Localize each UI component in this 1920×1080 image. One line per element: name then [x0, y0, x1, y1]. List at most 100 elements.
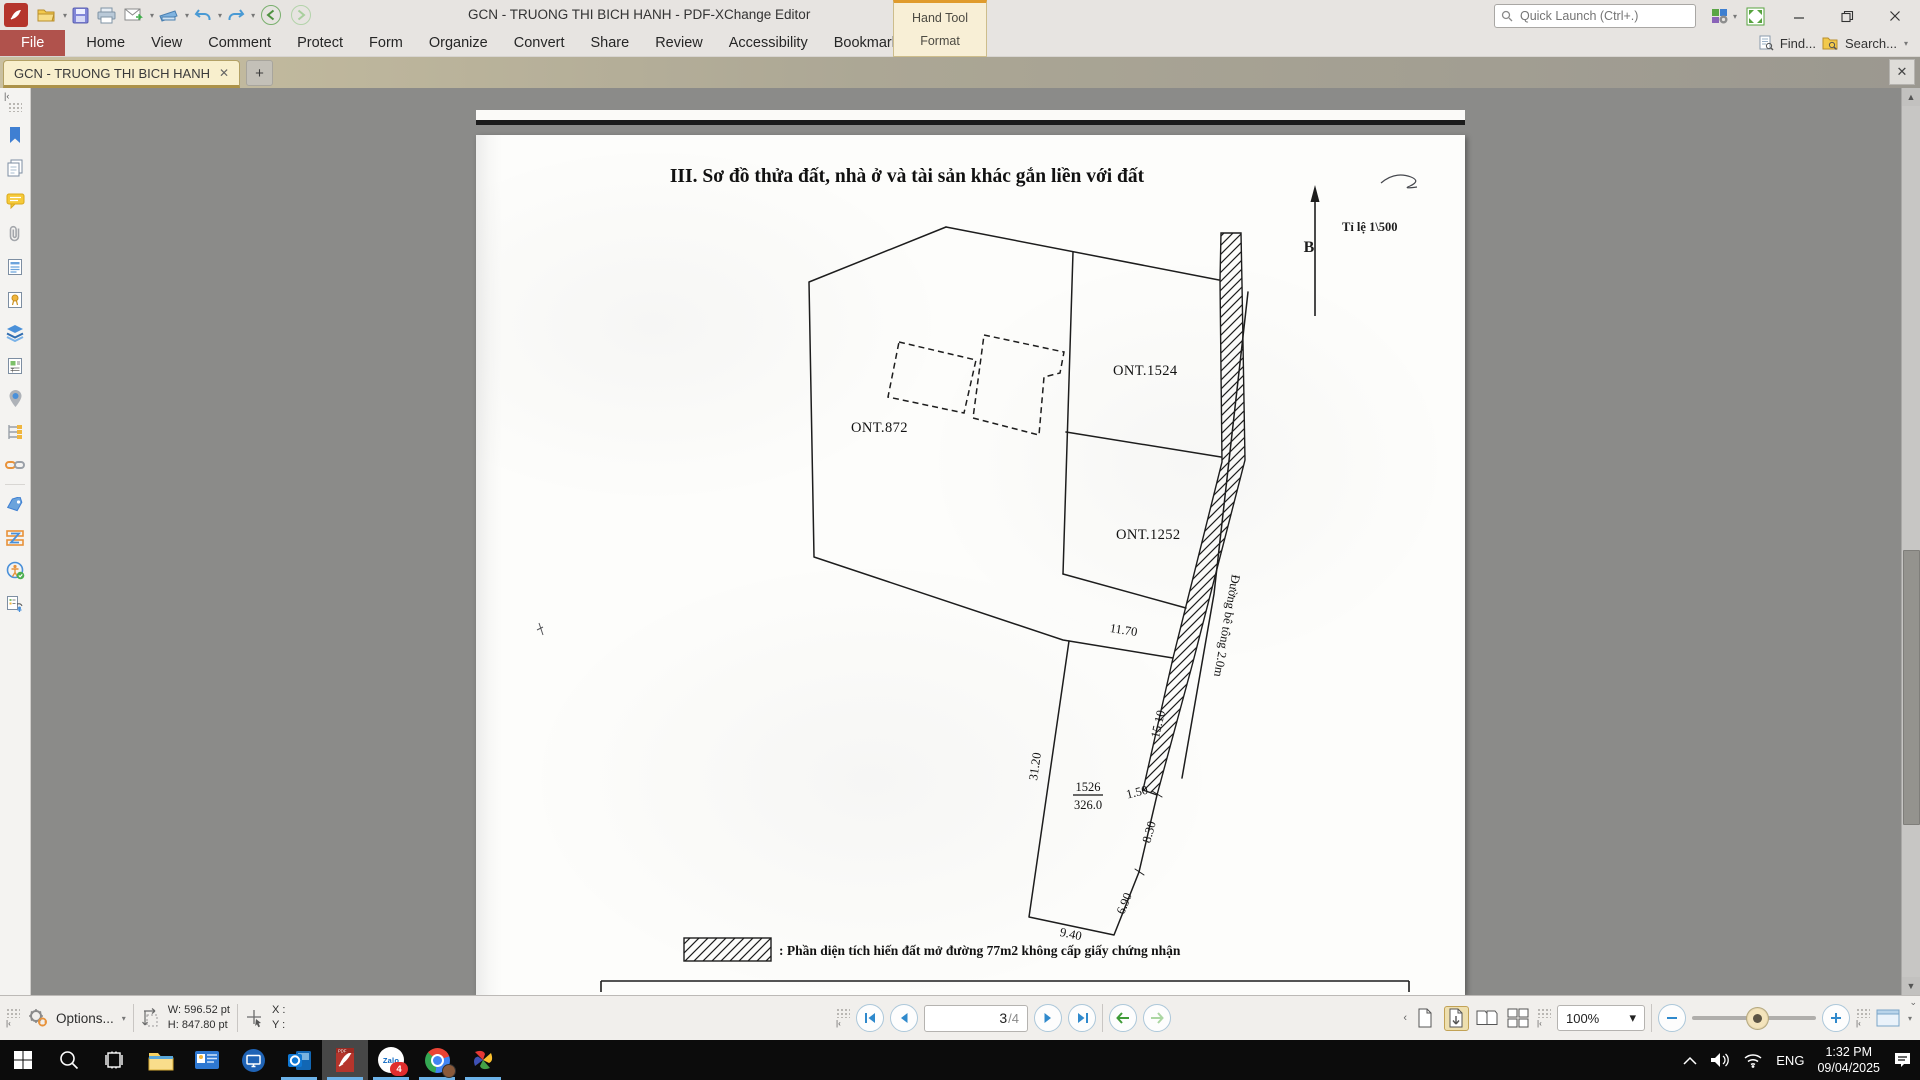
- menu-review[interactable]: Review: [642, 31, 716, 55]
- file-explorer-button[interactable]: [138, 1040, 184, 1080]
- nav-forward-button[interactable]: [287, 2, 315, 28]
- two-page-continuous-view-button[interactable]: [1506, 1006, 1531, 1031]
- tab-gcn-document[interactable]: GCN - TRUONG THI BICH HANH ✕: [3, 60, 240, 88]
- zalo-button[interactable]: Zalo 4: [368, 1040, 414, 1080]
- tab-row-close-button[interactable]: ✕: [1889, 59, 1915, 85]
- hand-tool-format-indicator[interactable]: Hand Tool Format: [893, 0, 987, 57]
- new-tab-button[interactable]: +: [246, 60, 273, 86]
- menu-convert[interactable]: Convert: [501, 31, 578, 55]
- find-button[interactable]: Find...: [1780, 36, 1816, 51]
- restore-button[interactable]: [1832, 4, 1862, 28]
- close-button[interactable]: [1880, 4, 1910, 28]
- menu-accessibility[interactable]: Accessibility: [716, 31, 821, 55]
- bookmarks-panel-icon[interactable]: [3, 123, 27, 147]
- save-button[interactable]: [69, 2, 92, 28]
- collapse-toolbar-icon[interactable]: |‹: [1537, 1019, 1542, 1028]
- caret-down-icon[interactable]: ▾: [122, 1014, 126, 1023]
- redo-button[interactable]: [224, 2, 248, 28]
- drag-handle-icon[interactable]: [8, 102, 22, 112]
- action-center-icon[interactable]: [1893, 1051, 1912, 1069]
- accessibility-report-panel-icon[interactable]: [3, 592, 27, 616]
- taskbar-clock[interactable]: 1:32 PM 09/04/2025: [1817, 1044, 1880, 1077]
- continuous-view-button[interactable]: [1444, 1006, 1469, 1031]
- task-view-button[interactable]: [92, 1040, 138, 1080]
- caret-down-icon[interactable]: ▾: [251, 11, 255, 20]
- scan-button[interactable]: [156, 2, 182, 28]
- layers-panel-icon[interactable]: [3, 321, 27, 345]
- page-view-mode-button[interactable]: [1876, 1006, 1901, 1031]
- zoom-slider[interactable]: [1692, 1016, 1816, 1020]
- page-number-field[interactable]: 3 /4: [924, 1005, 1028, 1032]
- email-button[interactable]: [121, 2, 147, 28]
- undo-button[interactable]: [191, 2, 215, 28]
- drag-handle-icon[interactable]: [1856, 1008, 1870, 1018]
- start-button[interactable]: [0, 1040, 46, 1080]
- last-page-button[interactable]: [1068, 1004, 1096, 1032]
- pdf-page[interactable]: III. Sơ đồ thửa đất, nhà ở và tài sản kh…: [476, 135, 1465, 995]
- previous-view-button[interactable]: [1109, 1004, 1137, 1032]
- caret-down-icon[interactable]: ▾: [63, 11, 67, 20]
- photos-app-button[interactable]: [460, 1040, 506, 1080]
- drag-handle-icon[interactable]: [6, 1008, 20, 1018]
- tab-close-icon[interactable]: ✕: [219, 66, 229, 80]
- next-view-button[interactable]: [1143, 1004, 1171, 1032]
- caret-down-icon[interactable]: ▾: [185, 11, 189, 20]
- menu-comment[interactable]: Comment: [195, 31, 284, 55]
- menu-home[interactable]: Home: [73, 31, 138, 55]
- next-page-button[interactable]: [1034, 1004, 1062, 1032]
- print-button[interactable]: [94, 2, 119, 28]
- collapse-toolbar-icon[interactable]: |‹: [836, 1019, 841, 1028]
- quick-launch-input[interactable]: [1518, 8, 1672, 24]
- pdf-xchange-taskbar-button[interactable]: PDF: [322, 1040, 368, 1080]
- collapse-toolbar-icon[interactable]: |‹: [6, 1019, 11, 1028]
- volume-icon[interactable]: [1710, 1052, 1730, 1068]
- chevron-left-icon[interactable]: ‹: [1403, 1012, 1407, 1024]
- previous-page-button[interactable]: [890, 1004, 918, 1032]
- attachments-panel-icon[interactable]: [3, 222, 27, 246]
- caret-down-icon[interactable]: ▾: [1908, 1014, 1912, 1023]
- zoom-in-button[interactable]: [1822, 1004, 1850, 1032]
- chrome-button[interactable]: [414, 1040, 460, 1080]
- wifi-icon[interactable]: [1743, 1053, 1763, 1068]
- drag-handle-icon[interactable]: [836, 1008, 850, 1018]
- caret-down-icon[interactable]: ▾: [150, 11, 154, 20]
- drag-handle-icon[interactable]: [1537, 1008, 1551, 1018]
- two-page-view-button[interactable]: [1475, 1006, 1500, 1031]
- zoom-level-select[interactable]: 100% ▾: [1557, 1005, 1645, 1031]
- menu-protect[interactable]: Protect: [284, 31, 356, 55]
- single-page-view-button[interactable]: [1413, 1006, 1438, 1031]
- fields-panel-icon[interactable]: [3, 255, 27, 279]
- zoom-out-button[interactable]: [1658, 1004, 1686, 1032]
- hidden-icons-chevron[interactable]: [1683, 1056, 1697, 1065]
- menu-form[interactable]: Form: [356, 31, 416, 55]
- signatures-panel-icon[interactable]: [3, 288, 27, 312]
- menu-file[interactable]: File: [0, 30, 65, 56]
- collapse-toolbar-icon[interactable]: |‹: [1856, 1019, 1861, 1028]
- scroll-down-button[interactable]: ▼: [1902, 977, 1920, 995]
- remote-desktop-app-button[interactable]: [230, 1040, 276, 1080]
- open-file-button[interactable]: [34, 2, 60, 28]
- content-panel-icon[interactable]: T: [3, 354, 27, 378]
- taskbar-search-button[interactable]: [46, 1040, 92, 1080]
- links-panel-icon[interactable]: [3, 453, 27, 477]
- page-viewport[interactable]: III. Sơ đồ thửa đất, nhà ở và tài sản kh…: [31, 88, 1901, 995]
- ui-customize-icon[interactable]: [1708, 3, 1732, 29]
- scrollbar-thumb[interactable]: [1903, 550, 1920, 825]
- vertical-scrollbar[interactable]: ▲ ▼: [1901, 88, 1920, 995]
- menu-view[interactable]: View: [138, 31, 195, 55]
- caret-down-icon[interactable]: ▾: [218, 11, 222, 20]
- order-panel-icon[interactable]: [3, 526, 27, 550]
- search-button[interactable]: Search...: [1845, 36, 1897, 51]
- menu-share[interactable]: Share: [578, 31, 643, 55]
- language-indicator[interactable]: ENG: [1776, 1053, 1804, 1068]
- accessibility-check-panel-icon[interactable]: [3, 559, 27, 583]
- fullscreen-icon[interactable]: [1743, 3, 1768, 29]
- quick-launch-box[interactable]: [1494, 4, 1696, 28]
- nav-back-button[interactable]: [257, 2, 285, 28]
- minimize-button[interactable]: [1784, 4, 1814, 28]
- collapse-panel-icon[interactable]: |‹: [0, 91, 9, 101]
- options-button[interactable]: Options...: [56, 1011, 114, 1026]
- chevron-down-icon[interactable]: ⌄: [1909, 997, 1917, 1008]
- id-card-app-button[interactable]: [184, 1040, 230, 1080]
- scroll-up-button[interactable]: ▲: [1902, 88, 1920, 106]
